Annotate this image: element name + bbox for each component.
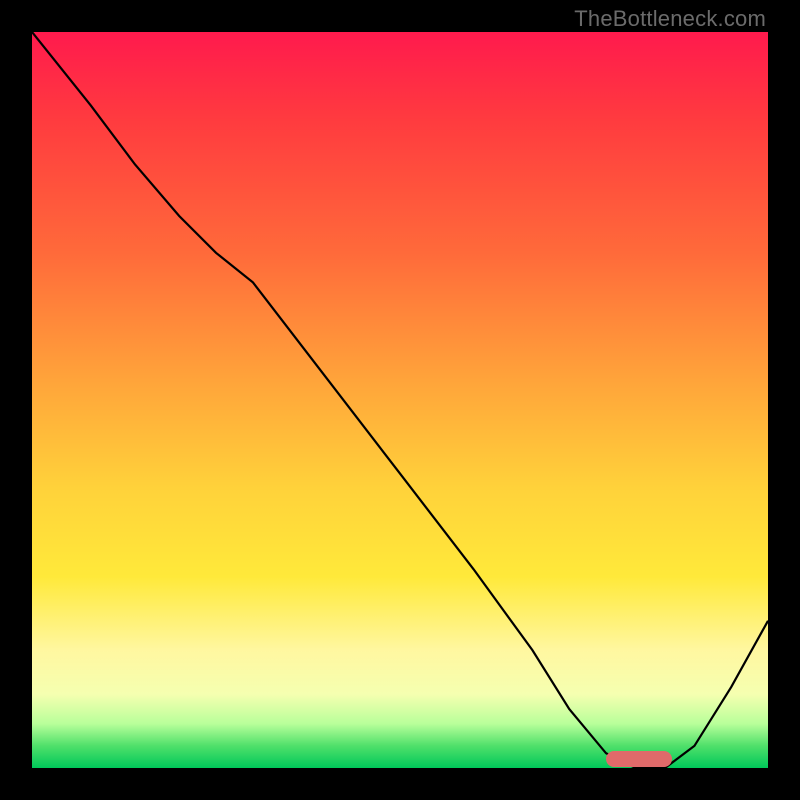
optimal-range-marker bbox=[606, 751, 672, 767]
bottleneck-curve bbox=[32, 32, 768, 768]
watermark-label: TheBottleneck.com bbox=[574, 6, 766, 32]
chart-frame: TheBottleneck.com bbox=[0, 0, 800, 800]
plot-area bbox=[32, 32, 768, 768]
